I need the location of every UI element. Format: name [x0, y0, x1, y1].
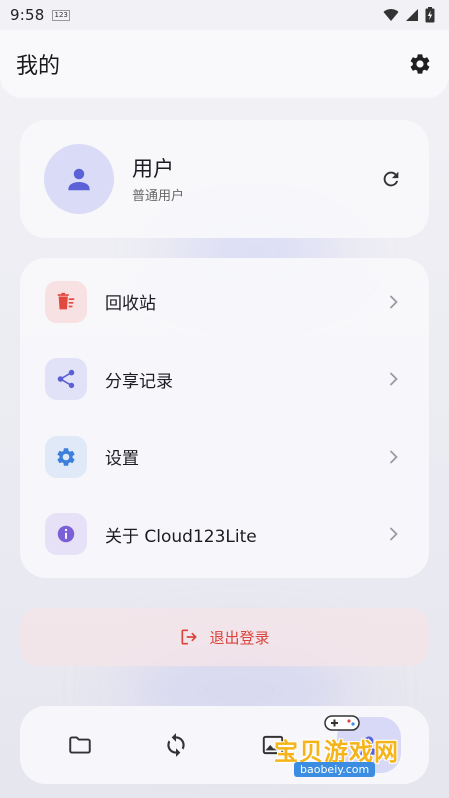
menu-item-recycle-bin[interactable]: 回收站 — [20, 263, 429, 341]
status-icons — [383, 7, 435, 23]
menu-item-settings[interactable]: 设置 — [20, 418, 429, 496]
menu-label: 关于 Cloud123Lite — [105, 526, 257, 547]
gear-icon — [410, 54, 430, 74]
status-bar: 9:58 123 — [0, 0, 449, 30]
info-icon — [57, 526, 75, 543]
nav-sync[interactable] — [144, 717, 208, 773]
menu-label: 回收站 — [105, 294, 156, 315]
trash-icon — [57, 292, 75, 310]
page-title: 我的 — [16, 54, 61, 79]
avatar — [44, 144, 114, 214]
logout-icon — [181, 629, 197, 645]
folder-icon — [69, 736, 91, 754]
logout-label: 退出登录 — [209, 628, 270, 647]
nav-profile[interactable] — [336, 717, 401, 773]
menu-icon-box — [45, 435, 87, 478]
share-icon — [57, 370, 75, 389]
menu-icon-box — [45, 513, 87, 556]
top-app-bar: 我的 — [0, 30, 449, 98]
menu-label: 分享记录 — [105, 371, 173, 392]
gear-icon — [57, 447, 75, 466]
menu-item-about[interactable]: 关于 Cloud123Lite — [20, 496, 429, 574]
battery-icon — [425, 7, 435, 23]
chevron-right-icon — [387, 295, 401, 309]
profile-info: 用户 普通用户 — [132, 155, 184, 204]
wifi-icon — [383, 9, 399, 21]
person-icon — [68, 168, 90, 191]
menu-icon-box — [45, 280, 87, 323]
nav-files[interactable] — [48, 717, 112, 773]
nav-photos[interactable] — [241, 717, 305, 773]
username: 用户 — [132, 156, 174, 181]
refresh-icon — [383, 171, 399, 187]
refresh-button[interactable] — [377, 165, 405, 193]
menu-item-share-records[interactable]: 分享记录 — [20, 341, 429, 419]
profile-card[interactable]: 用户 普通用户 — [20, 120, 429, 238]
settings-button[interactable] — [405, 49, 435, 79]
chevron-right-icon — [387, 372, 401, 386]
menu-label: 设置 — [105, 449, 139, 470]
chevron-right-icon — [387, 450, 401, 464]
bottom-nav — [20, 706, 429, 784]
menu-icon-box — [45, 358, 87, 401]
profile-icon — [360, 736, 378, 755]
menu-card: 回收站 分享记录 设置 关于 Cloud123Lite — [20, 258, 429, 578]
logout-button[interactable]: 退出登录 — [20, 608, 429, 666]
image-icon — [262, 735, 283, 755]
status-badge: 123 — [52, 9, 70, 21]
signal-icon — [406, 9, 418, 21]
user-role: 普通用户 — [132, 188, 185, 204]
sync-icon — [167, 733, 186, 757]
chevron-right-icon — [387, 527, 401, 541]
status-time: 9:58 — [10, 6, 45, 24]
